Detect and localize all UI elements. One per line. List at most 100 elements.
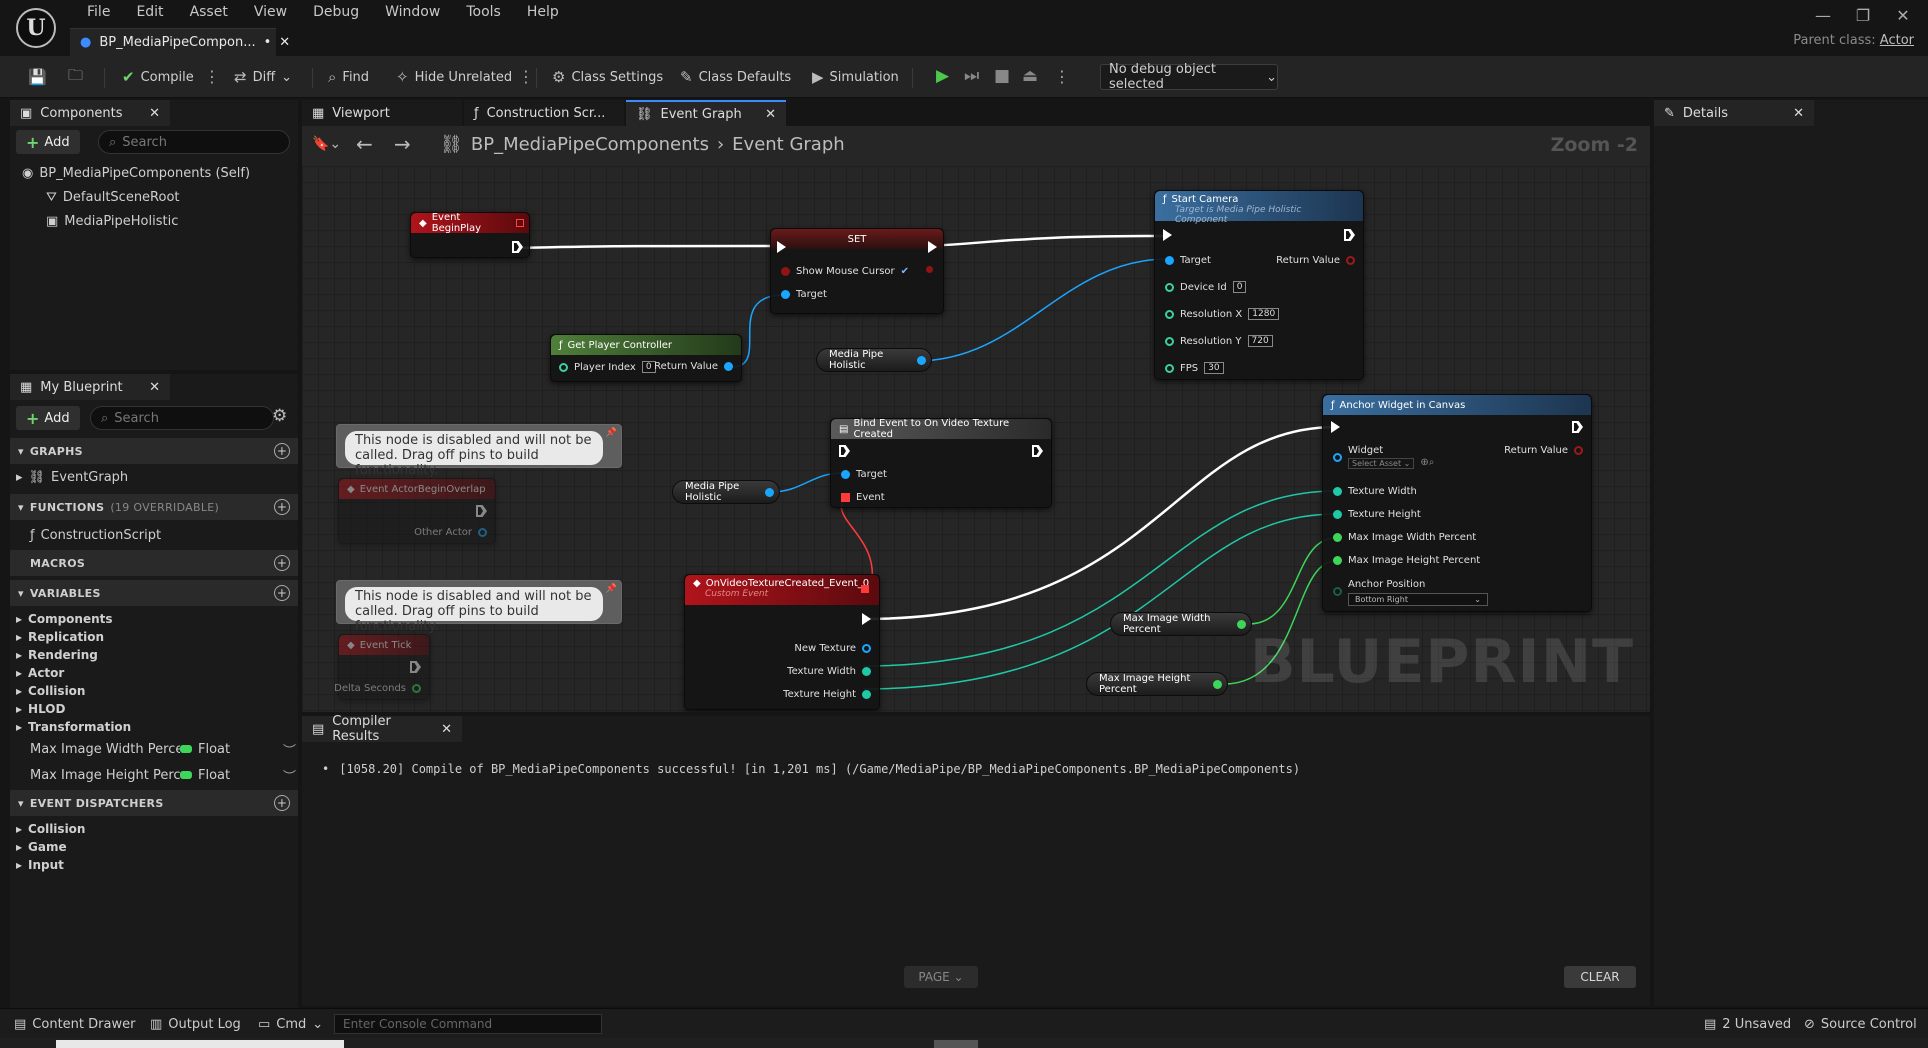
resolution-x-pin[interactable]: Resolution X 1280 <box>1165 308 1280 320</box>
output-log-button[interactable]: ▥ Output Log <box>150 1013 241 1035</box>
menu-window[interactable]: Window <box>372 2 453 22</box>
bool-out-pin[interactable] <box>926 266 933 273</box>
unsaved-button[interactable]: ▤ 2 Unsaved <box>1704 1013 1791 1035</box>
exec-out-pin[interactable] <box>1032 445 1043 457</box>
diff-button[interactable]: ⇄ Diff ⌄ <box>228 61 298 93</box>
minimize-icon[interactable]: — <box>1808 6 1838 25</box>
exec-out-pin[interactable] <box>862 613 871 625</box>
node-event-tick[interactable]: ◆ Event Tick Delta Seconds <box>334 634 430 700</box>
texture-height-pin[interactable]: Texture Height <box>783 689 871 700</box>
node-custom-event[interactable]: ◆ OnVideoTextureCreated_Event_0 Custom Eve… <box>684 574 880 710</box>
pin-icon[interactable]: 📌 <box>606 584 617 594</box>
delta-seconds-pin[interactable]: Delta Seconds <box>334 683 421 694</box>
delegate-out-pin[interactable] <box>861 585 869 593</box>
target-pin[interactable]: Target <box>841 469 887 480</box>
restore-icon[interactable]: ❐ <box>1848 6 1878 25</box>
source-control-button[interactable]: ⊘ Source Control <box>1804 1013 1917 1035</box>
node-max-image-height-getter[interactable]: Max Image Height Percent <box>1086 672 1228 696</box>
class-settings-button[interactable]: ⚙ Class Settings <box>546 61 669 93</box>
resolution-y-input[interactable]: 720 <box>1247 335 1273 347</box>
section-graphs[interactable]: ▾ GRAPHS + <box>10 438 298 464</box>
exec-in-pin[interactable] <box>1163 229 1172 241</box>
exec-out-pin[interactable] <box>410 661 421 673</box>
widget-pin[interactable]: Widget Select Asset ⌄ ⊕⌕ <box>1333 445 1434 469</box>
add-variable-icon[interactable]: + <box>274 585 290 601</box>
exec-out-pin[interactable] <box>1344 229 1355 241</box>
close-icon[interactable]: ✕ <box>441 722 452 737</box>
tab-construction-script[interactable]: ƒ Construction Scr... <box>464 100 624 126</box>
anchor-position-pin[interactable]: Anchor Position Bottom Right ⌄ <box>1333 579 1488 606</box>
node-media-pipe-holistic-getter[interactable]: Media Pipe Holistic <box>816 348 932 372</box>
component-media-pipe-holistic[interactable]: ▣ MediaPipeHolistic <box>46 210 178 232</box>
exec-out-pin[interactable] <box>476 505 487 517</box>
add-component-button[interactable]: + Add <box>16 130 80 154</box>
pin-icon[interactable]: 📌 <box>606 428 617 438</box>
dispatcher-group-input[interactable]: ▸ Input <box>16 856 64 874</box>
menu-tools[interactable]: Tools <box>453 2 514 22</box>
component-default-scene-root[interactable]: ⛛ DefaultSceneRoot <box>46 186 180 208</box>
breadcrumb-blueprint[interactable]: BP_MediaPipeComponents <box>471 134 709 155</box>
variable-group-components[interactable]: ▸ Components <box>16 610 113 628</box>
node-max-image-width-getter[interactable]: Max Image Width Percent <box>1110 612 1252 636</box>
tab-my-blueprint[interactable]: ▦ My Blueprint ✕ <box>10 374 170 400</box>
resolution-y-pin[interactable]: Resolution Y 720 <box>1165 335 1273 347</box>
add-macro-icon[interactable]: + <box>274 555 290 571</box>
add-graph-icon[interactable]: + <box>274 443 290 459</box>
visibility-icon[interactable]: ︶ <box>283 766 296 785</box>
exec-out-pin[interactable] <box>928 241 937 253</box>
section-functions[interactable]: ▾ FUNCTIONS (19 OVERRIDABLE) + <box>10 494 298 520</box>
variable-group-actor[interactable]: ▸ Actor <box>16 664 64 682</box>
simulation-button[interactable]: ▶ Simulation <box>806 61 905 93</box>
new-texture-pin[interactable]: New Texture <box>794 643 871 654</box>
node-anchor-widget-in-canvas[interactable]: ƒ Anchor Widget in Canvas Widget Select As… <box>1322 394 1592 612</box>
unreal-logo[interactable]: U <box>16 8 56 48</box>
cmd-dropdown[interactable]: ▭ Cmd ⌄ <box>258 1013 323 1035</box>
parent-class-link[interactable]: Actor <box>1880 33 1914 48</box>
back-arrow-icon[interactable]: ← <box>356 132 373 156</box>
node-set[interactable]: SET Show Mouse Cursor ✔ Target <box>770 228 944 314</box>
anchor-position-dropdown[interactable]: Bottom Right ⌄ <box>1348 593 1488 606</box>
hide-options-icon[interactable]: ⋮ <box>518 67 534 86</box>
menu-debug[interactable]: Debug <box>300 2 372 22</box>
play-options-icon[interactable]: ⋮ <box>1054 67 1070 86</box>
document-tab[interactable]: ● BP_MediaPipeCompon... • ✕ <box>70 28 290 56</box>
menu-help[interactable]: Help <box>514 2 572 22</box>
texture-width-pin[interactable]: Texture Width <box>1333 486 1417 497</box>
components-search-input[interactable]: ⌕ Search <box>98 130 290 154</box>
close-icon[interactable]: ✕ <box>765 107 776 122</box>
my-blueprint-search-input[interactable]: ⌕ Search <box>90 406 274 430</box>
fps-pin[interactable]: FPS 30 <box>1165 362 1224 374</box>
save-icon[interactable]: 💾 <box>22 61 53 93</box>
variable-item[interactable]: Max Image Height Perce Float ︶ <box>30 762 296 788</box>
comment-box[interactable]: This node is disabled and will not be ca… <box>336 580 622 634</box>
content-drawer-button[interactable]: ▤ Content Drawer <box>14 1013 135 1035</box>
step-icon[interactable]: ⏭ <box>964 66 979 86</box>
tab-event-graph[interactable]: ⛓ Event Graph ✕ <box>626 100 786 126</box>
menu-asset[interactable]: Asset <box>177 2 241 22</box>
section-macros[interactable]: MACROS + <box>10 550 298 576</box>
tab-compiler-results[interactable]: ▤ Compiler Results ✕ <box>302 714 462 744</box>
browse-asset-icon[interactable]: ⊕⌕ <box>1420 457 1434 468</box>
variable-group-rendering[interactable]: ▸ Rendering <box>16 646 98 664</box>
page-dropdown[interactable]: PAGE ⌄ <box>904 966 978 988</box>
function-item-constructionscript[interactable]: ƒ ConstructionScript <box>30 524 161 546</box>
taskbar-item[interactable] <box>56 1040 344 1048</box>
variable-group-transformation[interactable]: ▸ Transformation <box>16 718 131 736</box>
exec-in-pin[interactable] <box>777 241 786 253</box>
delegate-pin[interactable] <box>516 219 524 227</box>
dispatcher-group-collision[interactable]: ▸ Collision <box>16 820 85 838</box>
variable-item[interactable]: Max Image Width Percen Float ︶ <box>30 736 296 762</box>
compile-button[interactable]: ✔ Compile <box>116 61 200 93</box>
max-image-width-pin[interactable]: Max Image Width Percent <box>1333 532 1476 543</box>
close-icon[interactable]: ✕ <box>1793 106 1804 121</box>
debug-object-select[interactable]: No debug object selected ⌄ <box>1100 62 1278 92</box>
exec-out-pin[interactable] <box>512 241 523 253</box>
exec-out-pin[interactable] <box>1572 421 1583 433</box>
component-self[interactable]: ◉ BP_MediaPipeComponents (Self) <box>22 162 250 184</box>
close-window-icon[interactable]: ✕ <box>1888 6 1918 25</box>
variable-group-hlod[interactable]: ▸ HLOD <box>16 700 65 718</box>
select-asset-dropdown[interactable]: Select Asset ⌄ <box>1348 458 1415 469</box>
find-button[interactable]: ⌕ Find <box>322 61 375 93</box>
play-icon[interactable]: ▶ <box>936 66 949 86</box>
graph-item-eventgraph[interactable]: ▸ ⛓ EventGraph <box>16 466 128 488</box>
